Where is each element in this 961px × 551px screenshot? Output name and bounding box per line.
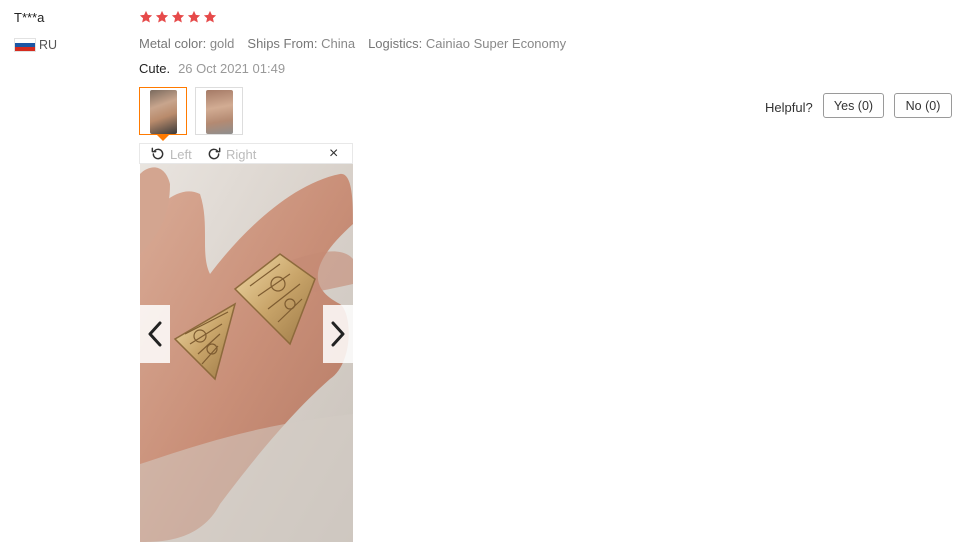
order-attributes: Metal color: gold Ships From: China Logi… xyxy=(139,36,566,51)
star-icon xyxy=(203,10,217,23)
review-photo xyxy=(140,164,353,542)
attribute-key: Metal color: xyxy=(139,36,207,51)
next-photo-button[interactable] xyxy=(323,305,353,363)
thumbnail-image xyxy=(150,90,177,134)
previous-photo-button[interactable] xyxy=(140,305,170,363)
attribute-value: China xyxy=(321,36,356,51)
rotate-left-button[interactable]: Left xyxy=(150,146,192,162)
review-text: Cute. xyxy=(139,61,171,76)
rotate-right-icon xyxy=(208,147,221,160)
reviewer-country: RU xyxy=(14,38,57,52)
active-thumbnail-pointer xyxy=(157,135,169,141)
thumbnail-image xyxy=(206,90,233,134)
rotate-left-icon xyxy=(151,147,164,160)
helpful-label: Helpful? xyxy=(765,100,813,115)
attribute-metal-color: Metal color: gold xyxy=(139,36,234,51)
chevron-right-icon xyxy=(331,321,345,347)
reviewer-name: T***a xyxy=(14,10,45,25)
chevron-left-icon xyxy=(148,321,162,347)
star-icon xyxy=(171,10,185,23)
attribute-ships-from: Ships From: China xyxy=(247,36,355,51)
photo-hand-earrings-image xyxy=(140,164,353,542)
attribute-logistics: Logistics: Cainiao Super Economy xyxy=(368,36,566,51)
star-rating xyxy=(139,10,217,24)
star-icon xyxy=(139,10,153,23)
helpful-no-button[interactable]: No (0) xyxy=(894,93,952,118)
attribute-key: Logistics: xyxy=(368,36,423,51)
rotate-right-button[interactable]: Right xyxy=(206,146,256,162)
photo-viewer-toolbar: Left Right × xyxy=(139,143,353,164)
review-body: Cute. 26 Oct 2021 01:49 xyxy=(139,61,285,76)
review-photo-thumbnail[interactable] xyxy=(139,87,187,135)
star-icon xyxy=(187,10,201,23)
close-viewer-button[interactable]: × xyxy=(329,145,338,163)
review-date: 26 Oct 2021 01:49 xyxy=(178,61,286,76)
helpful-yes-button[interactable]: Yes (0) xyxy=(823,93,884,118)
country-code: RU xyxy=(39,38,58,52)
star-icon xyxy=(155,10,169,23)
review-photo-thumbnail[interactable] xyxy=(195,87,243,135)
rotate-right-label: Right xyxy=(226,146,257,162)
attribute-key: Ships From: xyxy=(247,36,318,51)
rotate-left-label: Left xyxy=(170,146,192,162)
attribute-value: Cainiao Super Economy xyxy=(425,36,567,51)
attribute-value: gold xyxy=(209,36,235,51)
russia-flag-icon xyxy=(14,38,36,52)
